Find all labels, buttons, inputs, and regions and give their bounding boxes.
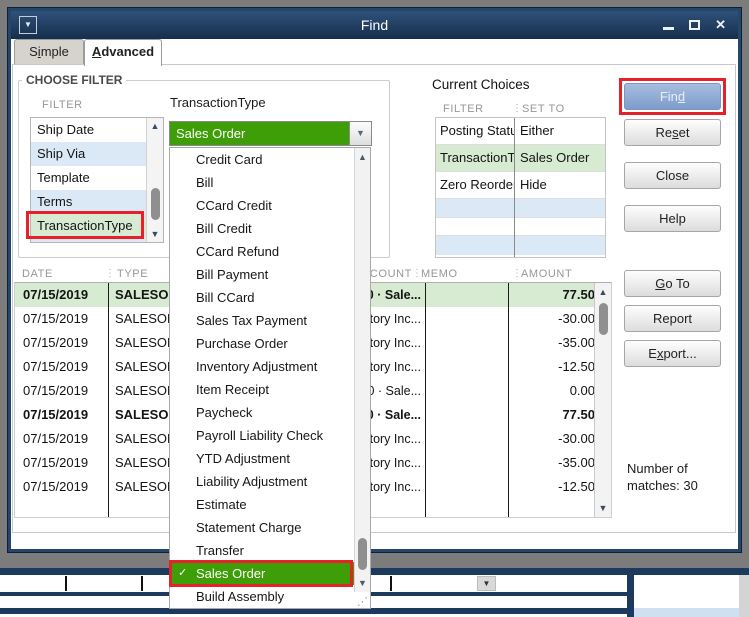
title-bar[interactable]: ▼ Find ✕ (11, 11, 738, 39)
bg-column-divider (141, 576, 143, 591)
results-column-line (508, 283, 509, 517)
reset-button[interactable]: Reset (624, 119, 721, 146)
dropdown-option[interactable]: Statement Charge (170, 516, 354, 539)
dropdown-option[interactable]: Paycheck (170, 401, 354, 424)
filter-list: Ship Date Ship Via Template Terms Transa… (30, 117, 164, 243)
window-menu-icon[interactable]: ▼ (19, 16, 37, 34)
tab-simple[interactable]: Simple (14, 39, 84, 64)
dropdown-option[interactable]: Bill Credit (170, 217, 354, 240)
scroll-thumb[interactable] (598, 303, 608, 335)
maximize-icon[interactable] (689, 20, 701, 30)
scroll-down-icon[interactable]: ▼ (595, 501, 611, 515)
bg-dropdown-arrow-icon: ▼ (482, 579, 491, 588)
results-column-line (425, 283, 426, 517)
transaction-type-dropdown-list: Credit Card Bill CCard Credit Bill Credi… (169, 147, 371, 609)
dropdown-scrollbar[interactable]: ▲ ▼ (354, 148, 370, 592)
dropdown-option[interactable]: Payroll Liability Check (170, 424, 354, 447)
transaction-type-label: TransactionType (170, 95, 266, 110)
bg-panel-strip (634, 608, 749, 617)
dialog-client-area: ▼ Find ✕ Simple Advanced CHOOSE FILTER F… (11, 11, 738, 549)
dropdown-option[interactable]: Estimate (170, 493, 354, 516)
dropdown-option[interactable]: Item Receipt (170, 378, 354, 401)
bg-column-divider (65, 576, 67, 591)
chevron-down-icon: ▼ (356, 128, 365, 138)
filter-item-template[interactable]: Template (31, 166, 146, 190)
dropdown-option[interactable]: Bill CCard (170, 286, 354, 309)
filter-item-terms[interactable]: Terms (31, 190, 146, 214)
filter-item-ship-via[interactable]: Ship Via (31, 142, 146, 166)
scroll-up-icon[interactable]: ▲ (355, 150, 370, 164)
cc-header-filter: FILTER (443, 103, 484, 115)
results-scrollbar[interactable]: ▲ ▼ (594, 283, 611, 517)
dropdown-option[interactable]: Sales Tax Payment (170, 309, 354, 332)
table-row-empty (436, 199, 605, 218)
filter-list-scrollbar[interactable]: ▲ ▼ (146, 118, 163, 242)
report-button[interactable]: Report (624, 305, 721, 332)
current-choices-title: Current Choices (432, 77, 530, 92)
table-row[interactable]: Posting Status Either (436, 118, 605, 145)
filter-item-partial (31, 238, 146, 242)
transaction-type-combobox[interactable]: Sales Order ▼ (169, 121, 372, 146)
results-column-line (108, 283, 109, 517)
combobox-dropdown-button[interactable]: ▼ (349, 122, 371, 145)
dropdown-option[interactable]: Liability Adjustment (170, 470, 354, 493)
cc-header-set-to: SET TO (522, 103, 565, 115)
table-row-empty (436, 218, 605, 236)
dropdown-option[interactable]: Inventory Adjustment (170, 355, 354, 378)
scroll-down-icon[interactable]: ▼ (355, 576, 370, 590)
dropdown-option[interactable]: Transfer (170, 539, 354, 562)
cc-column-line (514, 118, 515, 257)
help-button[interactable]: Help (624, 205, 721, 232)
combobox-value: Sales Order (176, 126, 246, 141)
dropdown-option[interactable]: Credit Card (170, 148, 354, 171)
table-row-selected[interactable]: TransactionType Sales Order (436, 145, 605, 172)
dropdown-option-sales-order[interactable]: ✓ Sales Order (170, 562, 354, 585)
table-row-empty (436, 236, 605, 255)
window-title: Find (360, 17, 389, 33)
bg-vertical-divider (627, 575, 634, 617)
bg-column-divider (390, 576, 392, 591)
dropdown-option[interactable]: Build Assembly (170, 585, 354, 608)
find-button[interactable]: Find (624, 83, 721, 110)
scroll-up-icon[interactable]: ▲ (595, 285, 611, 299)
filter-column-header: FILTER (42, 99, 83, 111)
scroll-up-icon[interactable]: ▲ (147, 119, 163, 133)
filter-item-transactiontype[interactable]: TransactionType (31, 214, 146, 238)
scroll-thumb[interactable] (358, 538, 367, 570)
results-header-date[interactable]: DATE (22, 268, 53, 280)
table-row[interactable]: Zero Reorder ... Hide (436, 172, 605, 199)
close-icon[interactable]: ✕ (715, 18, 726, 31)
results-header-memo[interactable]: MEMO (421, 268, 458, 280)
bg-dropdown-button[interactable]: ▼ (477, 576, 496, 591)
results-header-type[interactable]: TYPE (117, 268, 148, 280)
choose-filter-label: CHOOSE FILTER (22, 73, 127, 87)
export-button[interactable]: Export... (624, 340, 721, 367)
results-header-amount[interactable]: AMOUNT (521, 268, 572, 280)
tab-advanced[interactable]: Advanced (84, 39, 162, 66)
bg-scrollbar[interactable] (739, 575, 749, 617)
column-separator-icon: ⋮ (512, 103, 522, 114)
find-dialog: ▼ Find ✕ Simple Advanced CHOOSE FILTER F… (8, 8, 741, 552)
column-separator-icon[interactable]: ⋮ (105, 268, 115, 279)
dropdown-option[interactable]: CCard Credit (170, 194, 354, 217)
number-of-matches: Number of matches: 30 (627, 461, 698, 493)
dropdown-option[interactable]: Bill Payment (170, 263, 354, 286)
checkmark-icon: ✓ (178, 567, 188, 579)
dropdown-option[interactable]: CCard Refund (170, 240, 354, 263)
scroll-thumb[interactable] (150, 188, 160, 220)
dropdown-option[interactable]: YTD Adjustment (170, 447, 354, 470)
bg-window-border-top (0, 568, 749, 575)
dropdown-option[interactable]: Purchase Order (170, 332, 354, 355)
filter-item-ship-date[interactable]: Ship Date (31, 118, 146, 142)
scroll-down-icon[interactable]: ▼ (147, 227, 163, 241)
go-to-button[interactable]: Go To (624, 270, 721, 297)
resize-grip-icon[interactable]: ⋰ (357, 595, 368, 608)
current-choices-table: Posting Status Either TransactionType Sa… (435, 117, 606, 258)
dropdown-option[interactable]: Bill (170, 171, 354, 194)
minimize-icon[interactable] (663, 21, 675, 30)
close-button[interactable]: Close (624, 162, 721, 189)
